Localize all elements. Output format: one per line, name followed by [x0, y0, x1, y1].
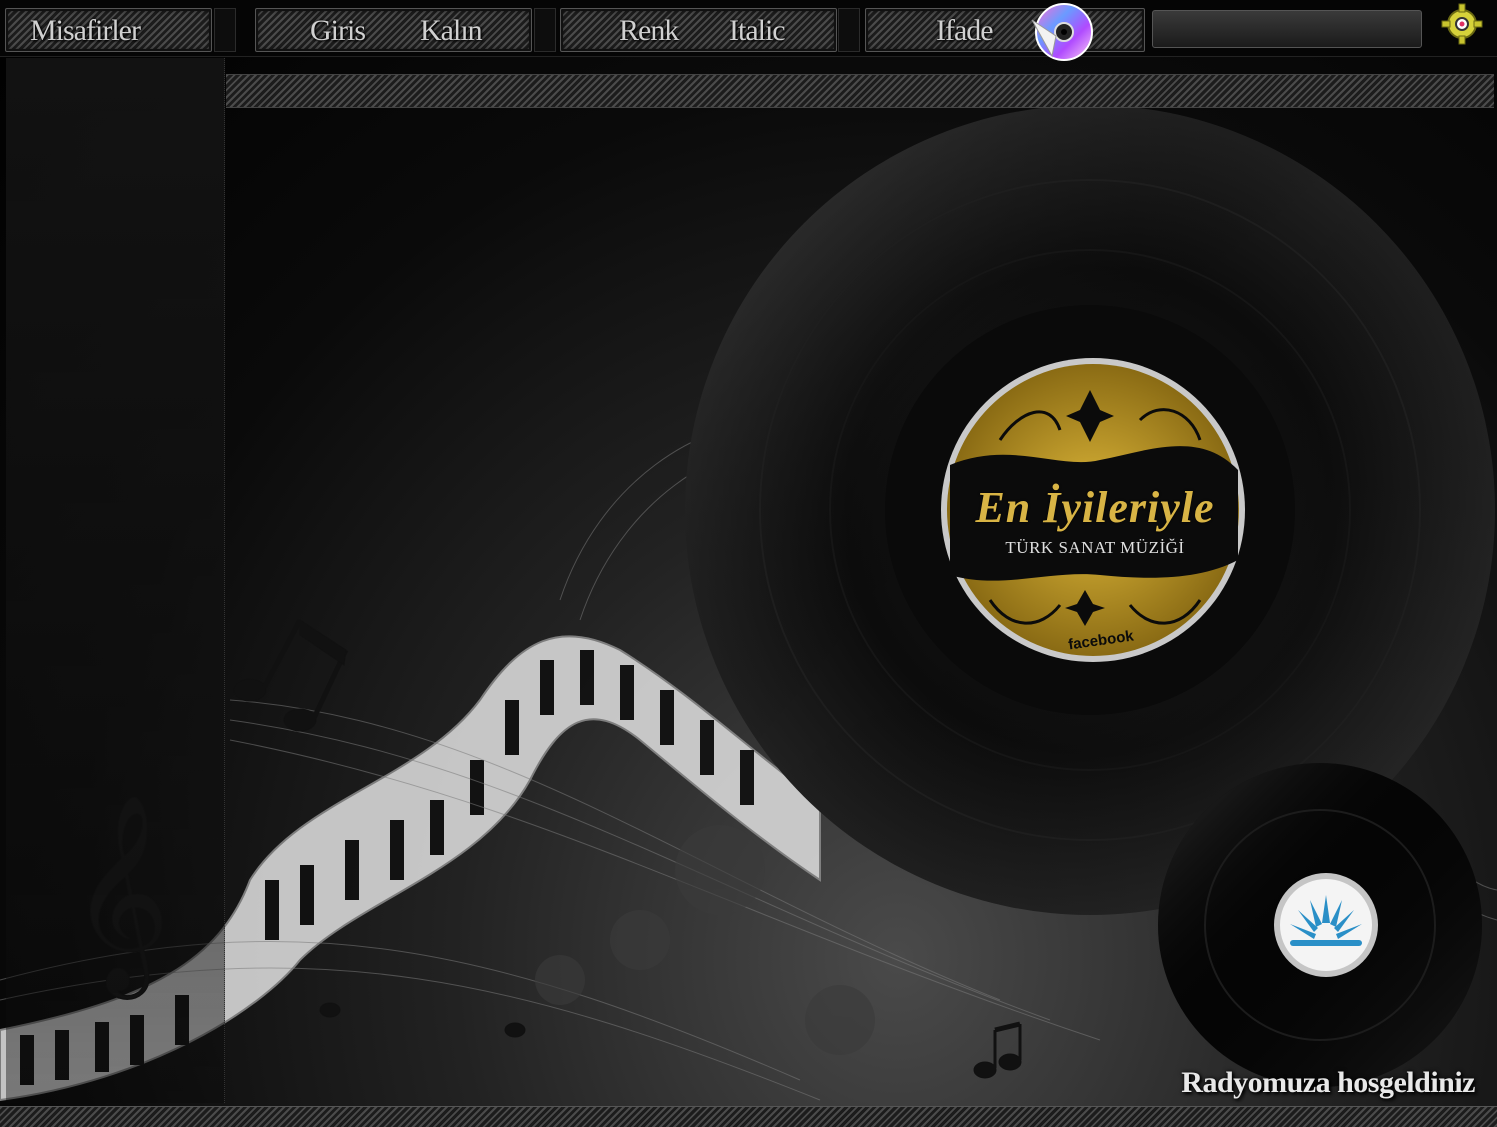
cd-disc-icon[interactable]	[1022, 0, 1102, 64]
color-button[interactable]: Renk	[619, 14, 679, 48]
welcome-text: Radyomuza hosgeldiniz	[1181, 1066, 1475, 1099]
style-buttons-group: Renk Italic	[560, 8, 837, 52]
record-label-title: En İyileriyle	[975, 483, 1215, 532]
settings-icon[interactable]	[1432, 2, 1488, 52]
small-vinyl-record	[1158, 763, 1482, 1087]
record-label-subtitle: TÜRK SANAT MÜZİĞİ	[1005, 538, 1185, 557]
bottom-status-strip	[0, 1106, 1497, 1127]
message-input[interactable]	[1152, 10, 1422, 48]
emote-button[interactable]: Ifade	[865, 8, 1145, 52]
guest-list-panel[interactable]	[6, 58, 225, 1103]
toolbar-separator	[838, 8, 860, 52]
toolbar-separator	[534, 8, 556, 52]
emote-label: Ifade	[936, 14, 994, 47]
italic-button[interactable]: Italic	[729, 14, 786, 48]
toolbar-separator	[214, 8, 236, 52]
login-button[interactable]: Giris	[310, 14, 366, 48]
guests-button[interactable]: Misafirler	[5, 8, 212, 52]
chat-header-strip	[226, 74, 1494, 108]
guests-label: Misafirler	[30, 14, 141, 47]
bold-button[interactable]: Kalın	[420, 14, 483, 48]
top-toolbar: Misafirler Giris Kalın Renk Italic Ifade	[0, 0, 1497, 61]
radio-chat-page: 𝄞	[0, 0, 1497, 1127]
format-buttons-group: Giris Kalın	[255, 8, 532, 52]
background-circles-art	[535, 825, 875, 1055]
